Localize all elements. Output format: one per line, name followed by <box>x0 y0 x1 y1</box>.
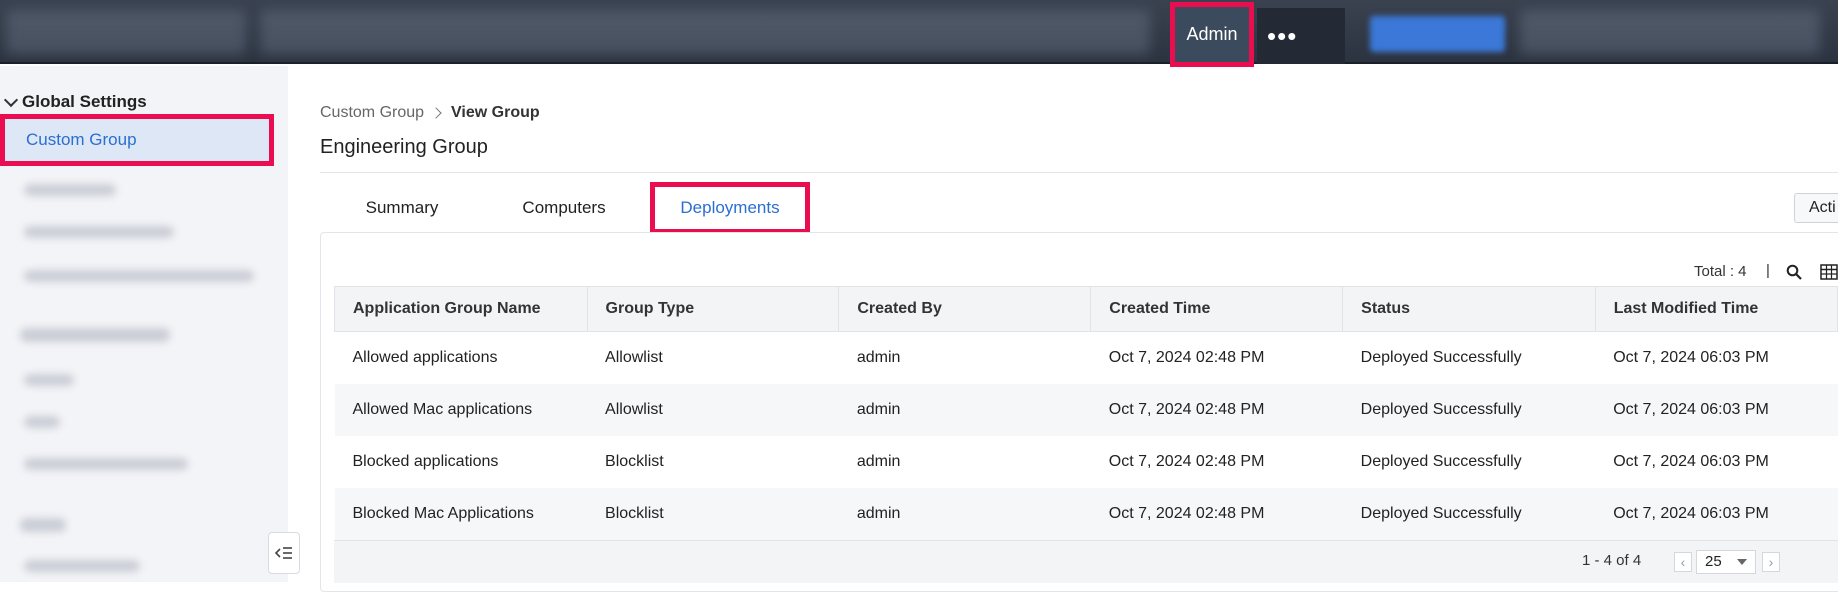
column-header-created-time[interactable]: Created Time <box>1090 286 1344 332</box>
collapse-sidebar-icon-graphic <box>275 547 292 559</box>
blurred-nav-items <box>260 10 1150 54</box>
blurred-primary-button[interactable] <box>1370 16 1505 52</box>
table-row: Allowed applications Allowlist admin Oct… <box>335 332 1838 385</box>
chevron-down-icon <box>3 92 19 107</box>
sidebar-section-blurred[interactable] <box>20 518 66 532</box>
sidebar-item-blurred[interactable] <box>24 374 74 386</box>
blurred-header-tools <box>1520 10 1820 54</box>
last-modified-time-cell: Oct 7, 2024 06:03 PM <box>1595 488 1838 540</box>
group-type-cell: Allowlist <box>587 384 839 436</box>
sidebar-item-blurred[interactable] <box>24 416 60 428</box>
table-header-row: Application Group Name Group Type Create… <box>334 286 1838 332</box>
created-time-cell: Oct 7, 2024 02:48 PM <box>1108 349 1265 366</box>
column-header-created-by[interactable]: Created By <box>838 286 1092 332</box>
created-time-cell: Oct 7, 2024 02:48 PM <box>1108 453 1265 470</box>
last-modified-time-cell: Oct 7, 2024 06:03 PM <box>1613 453 1769 470</box>
status-cell: Deployed Successfully <box>1342 488 1596 540</box>
breadcrumb-current: View Group <box>451 104 540 121</box>
collapse-sidebar-icon[interactable] <box>268 532 300 574</box>
sidebar-item-blurred[interactable] <box>24 226 174 238</box>
created-time-cell: Oct 7, 2024 02:48 PM <box>1090 488 1343 540</box>
sidebar-item-blurred[interactable] <box>24 184 116 196</box>
tab-deployments[interactable]: Deployments <box>650 182 810 234</box>
sidebar-item-custom-group[interactable]: Custom Group <box>0 114 274 166</box>
chevron-right-icon <box>430 107 442 119</box>
column-header-last-modified-time[interactable]: Last Modified Time <box>1594 286 1838 332</box>
status-cell: Deployed Successfully <box>1342 384 1596 436</box>
breadcrumb: Custom Group View Group <box>320 104 540 122</box>
column-header-status[interactable]: Status <box>1342 286 1596 332</box>
group-type-cell: Blocklist <box>587 488 839 540</box>
actions-button[interactable]: Acti <box>1794 193 1838 223</box>
chevron-right-icon[interactable]: › <box>1762 552 1780 572</box>
group-type-cell: Blocklist <box>605 453 664 470</box>
nav-tab-admin[interactable]: Admin <box>1170 2 1254 67</box>
pagination-range: 1 - 4 of 4 <box>1582 552 1642 569</box>
column-header-group-type[interactable]: Group Type <box>586 286 840 332</box>
status-cell: Deployed Successfully <box>1360 349 1522 366</box>
sidebar-item-blurred[interactable] <box>24 270 254 282</box>
created-by-cell: admin <box>856 349 901 366</box>
deployments-table: Application Group Name Group Type Create… <box>334 286 1838 540</box>
sidebar-section-blurred[interactable] <box>20 328 170 342</box>
sidebar-item-blurred[interactable] <box>24 458 188 470</box>
table-row: Blocked applications Blocklist admin Oct… <box>335 436 1838 488</box>
table-row: Allowed Mac applications Allowlist admin… <box>334 384 1838 436</box>
top-navigation-bar <box>0 0 1838 64</box>
blurred-logo <box>6 10 246 54</box>
tab-computers[interactable]: Computers <box>508 184 620 232</box>
sidebar: Global Settings Custom Group <box>0 66 300 582</box>
application-group-link[interactable]: Allowed Mac applications <box>334 384 588 436</box>
page-title: Engineering Group <box>320 136 488 158</box>
created-by-cell: admin <box>838 488 1091 540</box>
total-count: Total : 4 <box>1694 263 1747 280</box>
column-header-application-group-name[interactable]: Application Group Name <box>334 286 588 332</box>
sidebar-section-label: Global Settings <box>22 92 147 111</box>
application-group-link[interactable]: Blocked Mac Applications <box>334 488 588 540</box>
created-by-cell: admin <box>856 453 901 470</box>
column-chooser-icon[interactable] <box>1820 264 1838 280</box>
created-time-cell: Oct 7, 2024 02:48 PM <box>1090 384 1343 436</box>
breadcrumb-parent-link[interactable]: Custom Group <box>320 104 424 122</box>
last-modified-time-cell: Oct 7, 2024 06:03 PM <box>1595 384 1838 436</box>
search-icon[interactable] <box>1786 264 1802 280</box>
application-group-link[interactable]: Blocked applications <box>335 436 588 488</box>
group-type-cell: Allowlist <box>605 349 663 366</box>
page-size-select[interactable]: 25 <box>1696 550 1756 574</box>
status-cell: Deployed Successfully <box>1360 453 1522 470</box>
application-group-link[interactable]: Allowed applications <box>335 332 588 385</box>
tab-summary[interactable]: Summary <box>344 184 460 232</box>
divider <box>320 172 1838 173</box>
page-size-value: 25 <box>1705 553 1722 570</box>
created-by-cell: admin <box>838 384 1091 436</box>
toolbar-separator: | <box>1766 262 1770 279</box>
table-row: Blocked Mac Applications Blocklist admin… <box>334 488 1838 540</box>
more-menu-button[interactable]: ••• <box>1257 8 1345 64</box>
last-modified-time-cell: Oct 7, 2024 06:03 PM <box>1613 349 1769 366</box>
caret-down-icon <box>1737 559 1747 565</box>
sidebar-item-blurred[interactable] <box>24 560 140 572</box>
sidebar-section-global-settings[interactable]: Global Settings <box>3 92 147 112</box>
chevron-left-icon[interactable]: ‹ <box>1674 552 1692 572</box>
